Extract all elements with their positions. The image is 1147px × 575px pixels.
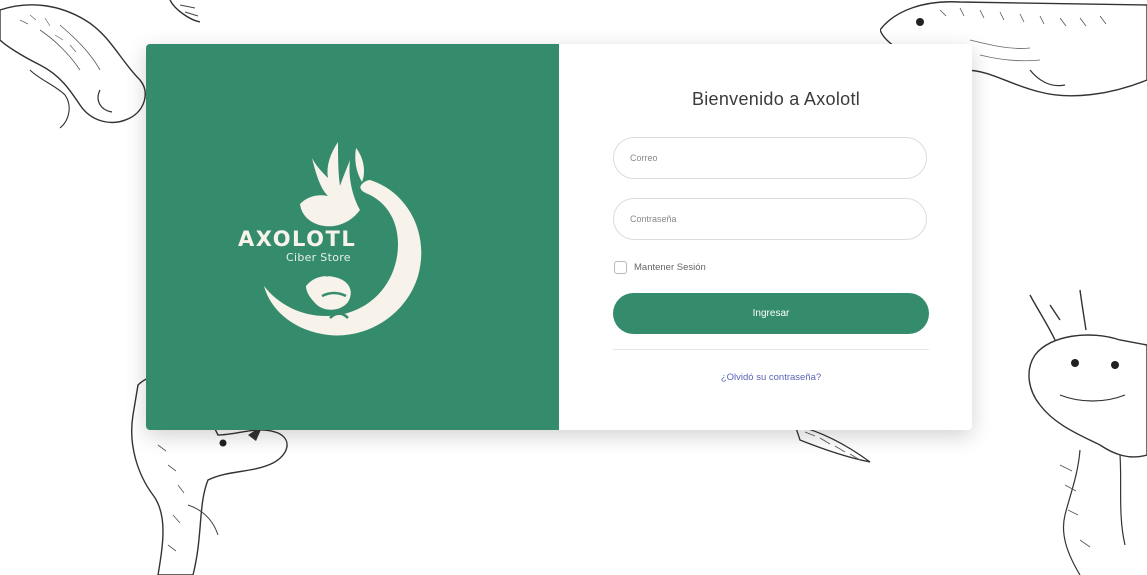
login-page: AXOLOTL Ciber Store Bienvenido a Axolotl…	[0, 0, 1147, 575]
remember-checkbox[interactable]	[614, 261, 627, 274]
remember-label: Mantener Sesión	[634, 262, 706, 273]
page-title: Bienvenido a Axolotl	[691, 89, 861, 109]
login-card: AXOLOTL Ciber Store Bienvenido a Axolotl…	[146, 44, 972, 430]
login-button[interactable]: Ingresar	[613, 293, 929, 334]
brand-subtitle: Ciber Store	[286, 251, 351, 264]
axolotl-sketch-right	[1028, 289, 1147, 575]
divider	[613, 349, 929, 350]
brand-panel: AXOLOTL Ciber Store	[146, 44, 559, 430]
remember-session[interactable]: Mantener Sesión	[614, 261, 706, 274]
forgot-password-link[interactable]: ¿Olvidó su contraseña?	[613, 372, 929, 383]
login-form: Bienvenido a Axolotl Mantener Sesión Ing…	[559, 44, 972, 430]
password-field[interactable]	[613, 198, 927, 240]
email-field[interactable]	[613, 137, 927, 179]
brand-name: AXOLOTL	[238, 227, 357, 251]
